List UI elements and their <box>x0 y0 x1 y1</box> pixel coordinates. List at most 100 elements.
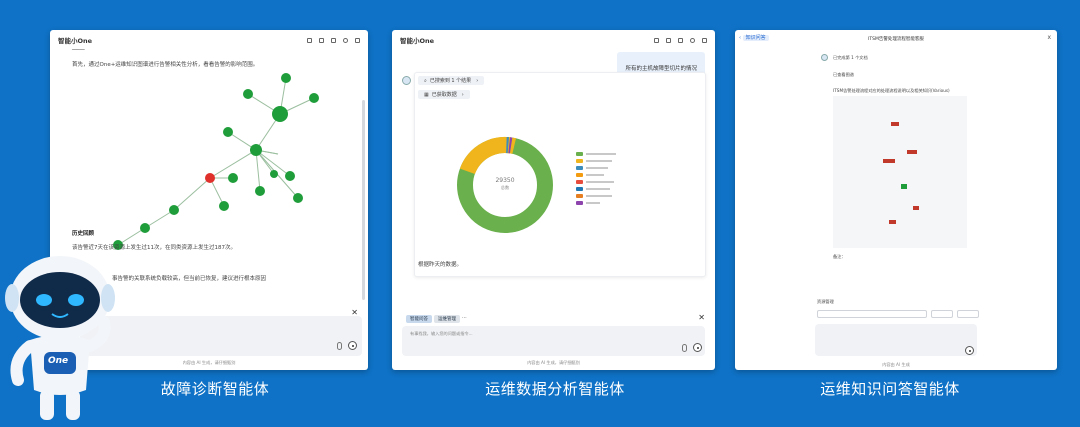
mascot-badge: One <box>48 356 69 366</box>
history-line-2: 事告警的关联系统负载较高，但当前已恢复，建议进行根本原因 <box>112 276 267 282</box>
footer-hint: 内容由 AI 生成 <box>882 362 910 367</box>
footer-hint: 内容由 AI 生成，请仔细甄别 <box>527 360 580 365</box>
chat-input[interactable] <box>815 324 977 356</box>
graph-node <box>293 193 303 203</box>
diagram-node <box>891 122 899 126</box>
close-input-icon[interactable]: ✕ <box>698 313 705 322</box>
close-icon[interactable] <box>355 37 360 43</box>
donut-total-label: 总数 <box>500 185 510 190</box>
more-icon[interactable]: ··· <box>462 315 467 323</box>
send-button[interactable] <box>693 343 702 352</box>
data-step-chip[interactable]: ▦ 已获取数据 › <box>418 90 470 99</box>
robot-mascot <box>5 256 115 420</box>
expand-icon[interactable] <box>678 37 683 43</box>
settings-icon[interactable] <box>690 37 695 43</box>
chat-input[interactable]: 有事找我，输入您的问题或指令... <box>402 326 705 356</box>
scrollbar[interactable] <box>362 100 365 300</box>
tab-ops[interactable]: 运维管理 <box>434 315 460 323</box>
history-icon[interactable] <box>319 37 324 43</box>
chat-input[interactable] <box>80 316 362 356</box>
caption-data-analysis: 运维数据分析智能体 <box>485 380 625 398</box>
legend-swatch <box>576 179 583 184</box>
graph-node <box>285 171 295 181</box>
input-placeholder: 有事找我，输入您的问题或指令... <box>410 331 473 336</box>
legend-item <box>576 150 616 157</box>
legend-placeholder <box>586 166 608 169</box>
legend-swatch <box>576 151 583 156</box>
chevron-right-icon: › <box>476 77 479 84</box>
legend-placeholder <box>586 201 600 204</box>
legend-item <box>576 157 616 164</box>
donut-total: 29350 <box>495 177 515 184</box>
graph-node <box>219 201 229 211</box>
legend-swatch <box>576 193 583 198</box>
close-icon[interactable]: ⅹ <box>1047 34 1051 41</box>
search-step-chip[interactable]: ⌕ 已搜索到 1 个结果 › <box>418 76 485 85</box>
form-input-2[interactable] <box>931 310 953 318</box>
graph-node <box>272 106 288 122</box>
graph-node <box>309 93 319 103</box>
assistant-avatar <box>821 54 828 61</box>
legend-placeholder <box>586 152 616 155</box>
legend-swatch <box>576 186 583 191</box>
legend-placeholder <box>586 159 612 162</box>
window-titlebar: 智能小One <box>392 30 715 50</box>
search-icon: ⌕ <box>424 77 427 84</box>
expand-icon[interactable] <box>331 37 336 43</box>
answer-text: 根据昨天的数据。 <box>418 262 463 268</box>
graph-node <box>228 173 238 183</box>
legend-placeholder <box>586 173 604 176</box>
chat-icon[interactable] <box>307 37 312 43</box>
legend-swatch <box>576 158 583 163</box>
graph-node <box>281 73 291 83</box>
legend-swatch <box>576 200 583 205</box>
data-analysis-window: 智能小One 所有的主机故障型切片的情况 ⌕ 已搜索到 1 个结果 › ▦ 已获… <box>392 30 715 370</box>
close-icon[interactable] <box>702 37 707 43</box>
search-step-label: 已搜索到 1 个结果 <box>429 78 472 84</box>
section-marker: ━━━━━ <box>72 47 85 52</box>
window-titlebar: 智能小One <box>50 30 368 50</box>
settings-icon[interactable] <box>343 37 348 43</box>
attach-icon[interactable] <box>337 342 342 350</box>
legend-swatch <box>576 172 583 177</box>
graph-node <box>169 205 179 215</box>
step-1[interactable]: 已完成第 1 个文档 <box>833 55 868 61</box>
attach-icon[interactable] <box>682 344 687 352</box>
caption-knowledge-qa: 运维知识问答智能体 <box>820 380 960 398</box>
diagram-area <box>833 96 967 248</box>
diagram-node <box>913 206 919 210</box>
form-input-3[interactable] <box>957 310 979 318</box>
graph-node <box>255 186 265 196</box>
legend-item <box>576 192 616 199</box>
send-button[interactable] <box>348 341 357 350</box>
graph-node <box>205 173 215 183</box>
legend-item <box>576 178 616 185</box>
legend-item <box>576 199 616 206</box>
history-heading: 历史回顾 <box>72 231 95 237</box>
chevron-right-icon: › <box>461 91 464 98</box>
diagram-node <box>907 150 917 154</box>
answer-line: ITSM告警处理流程对应的处理流程说明以及相关知识(Various) <box>833 88 950 93</box>
step-2[interactable]: 已查看图谱 <box>833 72 854 78</box>
knowledge-graph <box>113 73 319 250</box>
form-input-1[interactable] <box>817 310 927 318</box>
window-title: 智能小One <box>400 37 435 45</box>
tab-qa[interactable]: 智能问答 <box>406 315 432 323</box>
doc-title: ITSM告警处理流程智能客服 <box>868 37 924 42</box>
legend-placeholder <box>586 194 612 197</box>
graph-node <box>223 127 233 137</box>
notes-label: 备注： <box>833 254 846 259</box>
legend-placeholder <box>586 187 610 190</box>
assistant-avatar <box>402 76 411 85</box>
data-step-label: 已获取数据 <box>431 92 457 98</box>
graph-node <box>270 170 278 178</box>
send-button[interactable] <box>965 346 974 355</box>
history-icon[interactable] <box>666 37 671 43</box>
legend-item <box>576 185 616 192</box>
chat-icon[interactable] <box>654 37 659 43</box>
knowledge-qa-window: ‹ 知识问答 ITSM告警处理流程智能客服 ⅹ 已完成第 1 个文档 已查看图谱… <box>735 30 1057 370</box>
graph-node <box>250 144 262 156</box>
form-label: 资源管理 <box>817 299 834 304</box>
diagram-node <box>889 220 896 224</box>
donut-legend <box>576 150 616 206</box>
